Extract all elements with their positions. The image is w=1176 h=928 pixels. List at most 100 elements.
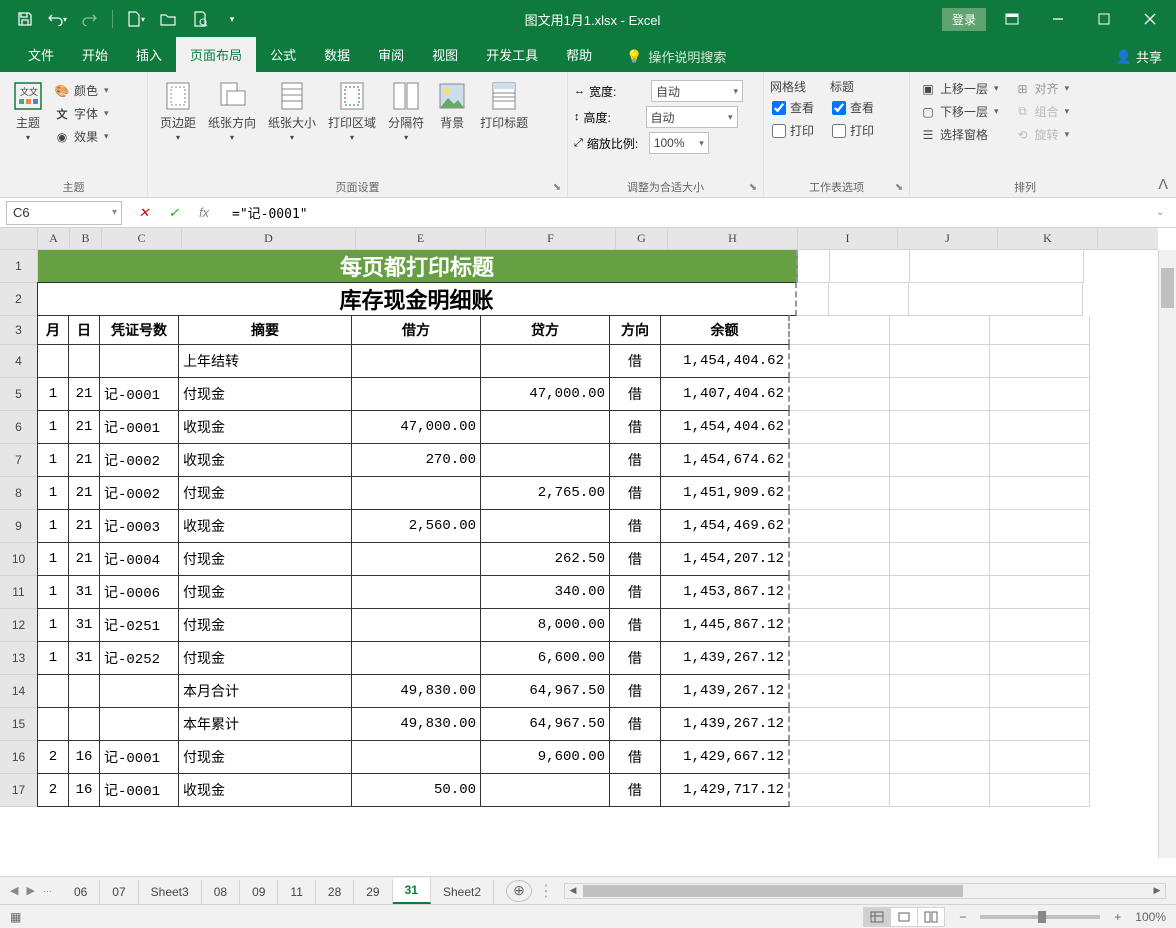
cell[interactable]: 记-0004 xyxy=(99,542,179,576)
row-header[interactable]: 1 xyxy=(0,250,38,283)
collapse-ribbon-icon[interactable]: ᐱ xyxy=(1158,176,1168,193)
cell[interactable] xyxy=(890,609,990,642)
sheet-nav-prev[interactable]: ◀ xyxy=(10,884,18,897)
bring-forward-button[interactable]: ▣上移一层 xyxy=(916,78,1003,99)
cell[interactable] xyxy=(990,477,1090,510)
cell[interactable]: 340.00 xyxy=(480,575,610,609)
cell[interactable]: 借 xyxy=(609,674,661,708)
cell[interactable] xyxy=(790,609,890,642)
cell[interactable]: 6,600.00 xyxy=(480,641,610,675)
normal-view-button[interactable] xyxy=(863,907,891,927)
zoom-level[interactable]: 100% xyxy=(1135,910,1166,924)
row-header[interactable]: 12 xyxy=(0,609,38,642)
cell[interactable] xyxy=(351,740,481,774)
cell[interactable]: 270.00 xyxy=(351,443,481,477)
cell[interactable]: 1 xyxy=(37,509,69,543)
cell[interactable]: 21 xyxy=(68,542,100,576)
cell[interactable] xyxy=(990,543,1090,576)
cell[interactable] xyxy=(797,283,829,316)
column-header-I[interactable]: I xyxy=(798,228,898,249)
cell[interactable]: 收现金 xyxy=(178,509,352,543)
cell[interactable]: 1 xyxy=(37,410,69,444)
cell[interactable]: 本年累计 xyxy=(178,707,352,741)
scale-spinner[interactable]: 100% xyxy=(649,132,709,154)
cell[interactable] xyxy=(890,675,990,708)
row-header[interactable]: 7 xyxy=(0,444,38,477)
cell[interactable]: 8,000.00 xyxy=(480,608,610,642)
cell[interactable]: 付现金 xyxy=(178,575,352,609)
cell[interactable] xyxy=(790,477,890,510)
cell[interactable]: 付现金 xyxy=(178,740,352,774)
cell[interactable] xyxy=(68,674,100,708)
rotate-button[interactable]: ⟲旋转 xyxy=(1011,124,1074,145)
cell[interactable]: 31 xyxy=(68,575,100,609)
cell[interactable] xyxy=(890,444,990,477)
cell[interactable]: 47,000.00 xyxy=(351,410,481,444)
cell[interactable]: 21 xyxy=(68,509,100,543)
cell[interactable]: 1,429,667.12 xyxy=(660,740,790,774)
cell[interactable]: 记-0251 xyxy=(99,608,179,642)
share-button[interactable]: 👤 共享 xyxy=(1102,41,1176,72)
column-header-E[interactable]: E xyxy=(356,228,486,249)
column-header-F[interactable]: F xyxy=(486,228,616,249)
scale-launcher[interactable]: ⬊ xyxy=(746,180,760,194)
cell[interactable] xyxy=(790,543,890,576)
cell[interactable]: 贷方 xyxy=(480,315,610,345)
cell[interactable]: 每页都打印标题 xyxy=(38,250,798,283)
page-setup-launcher[interactable]: ⬊ xyxy=(550,180,564,194)
open-file-icon[interactable] xyxy=(157,8,179,30)
cell[interactable] xyxy=(890,345,990,378)
sheet-nav-more[interactable]: … xyxy=(43,884,52,897)
column-header-G[interactable]: G xyxy=(616,228,668,249)
breaks-button[interactable]: 分隔符▾ xyxy=(382,76,430,176)
cell[interactable]: 1,439,267.12 xyxy=(660,674,790,708)
cell[interactable]: 方向 xyxy=(609,315,661,345)
height-combo[interactable]: 自动 xyxy=(646,106,738,128)
cell[interactable] xyxy=(829,283,909,316)
cell[interactable] xyxy=(990,345,1090,378)
cell[interactable]: 记-0001 xyxy=(99,377,179,411)
print-area-button[interactable]: 打印区域▾ xyxy=(322,76,382,176)
cell[interactable]: 1 xyxy=(37,476,69,510)
sheet-tab-31[interactable]: 31 xyxy=(393,878,431,904)
column-header-C[interactable]: C xyxy=(102,228,182,249)
gridlines-print-checkbox[interactable]: 打印 xyxy=(770,120,816,141)
sheet-tab-09[interactable]: 09 xyxy=(240,880,278,904)
cell[interactable] xyxy=(790,741,890,774)
print-titles-button[interactable]: 打印标题 xyxy=(474,76,534,176)
sheet-tab-Sheet3[interactable]: Sheet3 xyxy=(139,880,202,904)
cell[interactable] xyxy=(990,609,1090,642)
column-header-A[interactable]: A xyxy=(38,228,70,249)
cell[interactable] xyxy=(351,377,481,411)
selection-pane-button[interactable]: ☰选择窗格 xyxy=(916,124,1003,145)
cell[interactable]: 1 xyxy=(37,641,69,675)
row-header[interactable]: 14 xyxy=(0,675,38,708)
background-button[interactable]: 背景 xyxy=(430,76,474,176)
cell[interactable]: 余额 xyxy=(660,315,790,345)
cell[interactable] xyxy=(798,250,830,283)
cell[interactable]: 借 xyxy=(609,575,661,609)
cell[interactable]: 收现金 xyxy=(178,410,352,444)
send-backward-button[interactable]: ▢下移一层 xyxy=(916,101,1003,122)
cell[interactable]: 1 xyxy=(37,608,69,642)
cell[interactable]: 借 xyxy=(609,344,661,378)
cell[interactable]: 64,967.50 xyxy=(480,707,610,741)
cell[interactable] xyxy=(890,642,990,675)
cell[interactable]: 21 xyxy=(68,476,100,510)
sheet-tab-07[interactable]: 07 xyxy=(100,880,138,904)
ribbon-tab-8[interactable]: 开发工具 xyxy=(472,37,552,72)
cell[interactable]: 16 xyxy=(68,740,100,774)
ribbon-tab-6[interactable]: 审阅 xyxy=(364,37,418,72)
cell[interactable]: 收现金 xyxy=(178,773,352,807)
cell[interactable]: 1,454,404.62 xyxy=(660,344,790,378)
cell[interactable]: 16 xyxy=(68,773,100,807)
row-header[interactable]: 3 xyxy=(0,316,38,345)
cell[interactable] xyxy=(68,707,100,741)
cell[interactable]: 付现金 xyxy=(178,377,352,411)
cell[interactable]: 借 xyxy=(609,443,661,477)
cell[interactable]: 借 xyxy=(609,608,661,642)
row-header[interactable]: 15 xyxy=(0,708,38,741)
cell[interactable]: 1,454,207.12 xyxy=(660,542,790,576)
cell[interactable] xyxy=(351,476,481,510)
maximize-icon[interactable] xyxy=(1084,4,1124,34)
